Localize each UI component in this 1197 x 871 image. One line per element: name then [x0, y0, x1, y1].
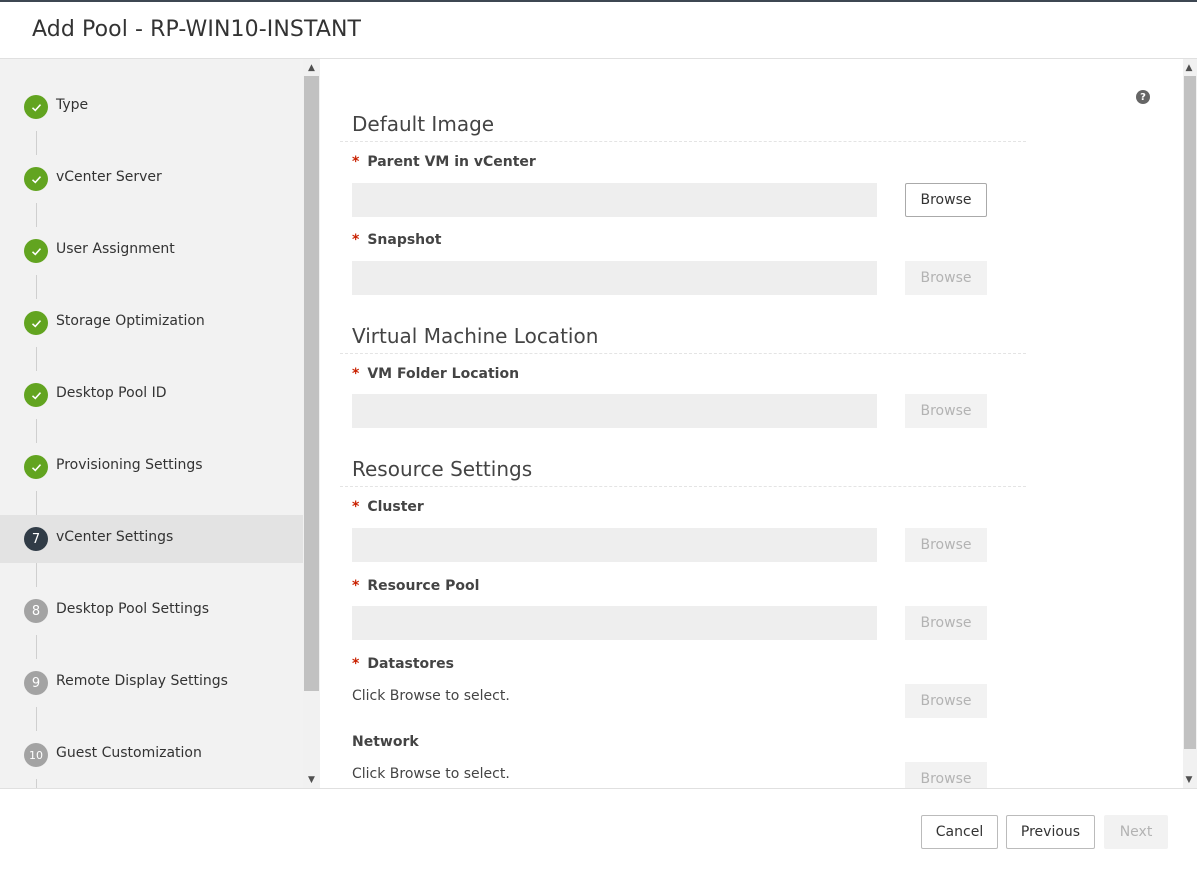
section-divider	[340, 353, 1026, 354]
step-label: Storage Optimization	[56, 313, 205, 329]
section-title-vm-location: Virtual Machine Location	[352, 324, 599, 348]
scroll-down-arrow-icon[interactable]: ▼	[1182, 771, 1196, 788]
resource-pool-input[interactable]	[352, 606, 877, 640]
required-asterisk: *	[352, 578, 360, 594]
main-scrollbar[interactable]: ▲ ▼	[1183, 59, 1197, 788]
datastores-browse-button[interactable]: Browse	[905, 684, 987, 718]
step-number-badge: 9	[24, 671, 48, 695]
network-browse-button[interactable]: Browse	[905, 762, 987, 788]
step-label: Remote Display Settings	[56, 673, 228, 689]
cluster-input[interactable]	[352, 528, 877, 562]
main-scroll-thumb[interactable]	[1184, 76, 1196, 749]
scroll-up-arrow-icon[interactable]: ▲	[1182, 59, 1196, 76]
step-label: Desktop Pool Settings	[56, 601, 210, 617]
step-desktop-pool-settings[interactable]: 8 Desktop Pool Settings	[0, 587, 303, 635]
check-icon	[24, 383, 48, 407]
cluster-label: * Cluster	[352, 499, 424, 515]
snapshot-input[interactable]	[352, 261, 877, 295]
main-content: ? Default Image * Parent VM in vCenter Br…	[320, 59, 1183, 788]
vm-folder-browse-button[interactable]: Browse	[905, 394, 987, 428]
vm-folder-label-text: VM Folder Location	[367, 366, 520, 382]
step-vcenter-settings[interactable]: 7 vCenter Settings	[0, 515, 303, 563]
step-label: Type	[56, 97, 89, 113]
step-storage-optimization[interactable]: Storage Optimization	[0, 299, 303, 347]
resource-pool-label-text: Resource Pool	[367, 578, 480, 594]
parent-vm-input[interactable]	[352, 183, 877, 217]
required-asterisk: *	[352, 366, 360, 382]
wizard-steps-sidebar: Type vCenter Server User Assignment Stor…	[0, 59, 303, 788]
step-label: User Assignment	[56, 241, 175, 257]
required-asterisk: *	[352, 232, 360, 248]
previous-button[interactable]: Previous	[1006, 815, 1095, 849]
step-connector	[36, 347, 37, 371]
step-vcenter-server[interactable]: vCenter Server	[0, 155, 303, 203]
step-label: Provisioning Settings	[56, 457, 203, 473]
datastores-label: * Datastores	[352, 656, 454, 672]
next-button[interactable]: Next	[1104, 815, 1168, 849]
resource-pool-label: * Resource Pool	[352, 578, 479, 594]
check-icon	[24, 311, 48, 335]
step-guest-customization[interactable]: 10 Guest Customization	[0, 731, 303, 779]
parent-vm-label: * Parent VM in vCenter	[352, 154, 536, 170]
step-connector	[36, 779, 37, 788]
section-title-resource-settings: Resource Settings	[352, 457, 533, 481]
dialog-footer: Cancel Previous Next	[0, 788, 1197, 871]
step-number-badge: 8	[24, 599, 48, 623]
step-connector	[36, 635, 37, 659]
step-number-badge: 7	[24, 527, 48, 551]
step-connector	[36, 131, 37, 155]
step-connector	[36, 563, 37, 587]
scroll-up-arrow-icon[interactable]: ▲	[303, 59, 320, 76]
dialog-title: Add Pool - RP-WIN10-INSTANT	[32, 17, 362, 42]
vm-folder-input[interactable]	[352, 394, 877, 428]
snapshot-label: * Snapshot	[352, 232, 441, 248]
step-connector	[36, 275, 37, 299]
datastores-label-text: Datastores	[367, 656, 454, 672]
step-label: Guest Customization	[56, 745, 202, 761]
resource-pool-browse-button[interactable]: Browse	[905, 606, 987, 640]
required-asterisk: *	[352, 499, 360, 515]
snapshot-label-text: Snapshot	[367, 232, 442, 248]
network-label: Network	[352, 734, 419, 750]
cluster-browse-button[interactable]: Browse	[905, 528, 987, 562]
step-label: vCenter Settings	[56, 529, 174, 545]
step-label: vCenter Server	[56, 169, 162, 185]
step-label: Desktop Pool ID	[56, 385, 167, 401]
network-hint: Click Browse to select.	[352, 766, 510, 782]
parent-vm-label-text: Parent VM in vCenter	[367, 154, 536, 170]
datastores-hint: Click Browse to select.	[352, 688, 510, 704]
step-number-badge: 10	[24, 743, 48, 767]
section-title-default-image: Default Image	[352, 112, 495, 136]
step-desktop-pool-id[interactable]: Desktop Pool ID	[0, 371, 303, 419]
required-asterisk: *	[352, 154, 360, 170]
snapshot-browse-button[interactable]: Browse	[905, 261, 987, 295]
check-icon	[24, 167, 48, 191]
required-asterisk: *	[352, 656, 360, 672]
step-provisioning-settings[interactable]: Provisioning Settings	[0, 443, 303, 491]
step-connector	[36, 203, 37, 227]
step-user-assignment[interactable]: User Assignment	[0, 227, 303, 275]
section-divider	[340, 486, 1026, 487]
step-connector	[36, 419, 37, 443]
sidebar-scrollbar[interactable]: ▲ ▼	[303, 59, 320, 788]
check-icon	[24, 455, 48, 479]
vm-folder-label: * VM Folder Location	[352, 366, 519, 382]
check-icon	[24, 95, 48, 119]
step-connector	[36, 491, 37, 515]
cluster-label-text: Cluster	[367, 499, 424, 515]
scroll-down-arrow-icon[interactable]: ▼	[303, 771, 320, 788]
cancel-button[interactable]: Cancel	[921, 815, 998, 849]
check-icon	[24, 239, 48, 263]
section-divider	[340, 141, 1026, 142]
step-remote-display-settings[interactable]: 9 Remote Display Settings	[0, 659, 303, 707]
help-icon[interactable]: ?	[1136, 90, 1150, 104]
step-connector	[36, 707, 37, 731]
dialog-header: Add Pool - RP-WIN10-INSTANT	[0, 2, 1197, 59]
parent-vm-browse-button[interactable]: Browse	[905, 183, 987, 217]
step-type[interactable]: Type	[0, 83, 303, 131]
sidebar-scroll-thumb[interactable]	[304, 76, 319, 691]
